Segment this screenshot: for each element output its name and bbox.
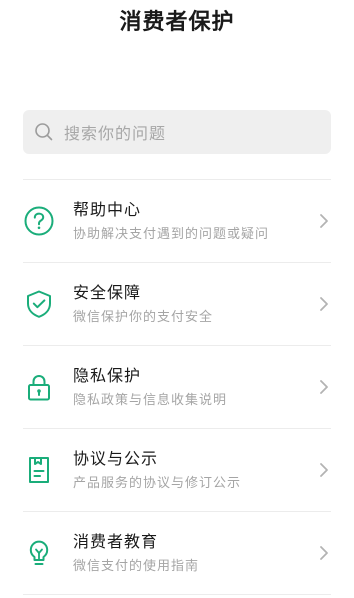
menu-list: 帮助中心 协助解决支付遇到的问题或疑问 安全保障 微信保护你的支付安全 隐私保护…: [23, 179, 331, 595]
item-subtitle: 隐私政策与信息收集说明: [73, 392, 228, 408]
lightbulb-icon: [23, 537, 55, 569]
chevron-right-icon: [317, 212, 331, 230]
chevron-right-icon: [317, 378, 331, 396]
list-item-consumer-education[interactable]: 消费者教育 微信支付的使用指南: [23, 512, 331, 595]
item-subtitle: 协助解决支付遇到的问题或疑问: [73, 226, 270, 242]
item-title: 协议与公示: [73, 448, 159, 468]
item-subtitle: 产品服务的协议与修订公示: [73, 475, 242, 491]
item-title: 隐私保护: [73, 365, 142, 385]
item-title: 帮助中心: [73, 199, 142, 219]
list-item-agreements[interactable]: 协议与公示 产品服务的协议与修订公示: [23, 429, 331, 512]
document-icon: [23, 454, 55, 486]
search-icon: [34, 122, 54, 142]
page-title: 消费者保护: [119, 10, 235, 35]
lock-icon: [23, 371, 55, 403]
question-circle-icon: [23, 205, 55, 237]
chevron-right-icon: [317, 544, 331, 562]
list-item-help-center[interactable]: 帮助中心 协助解决支付遇到的问题或疑问: [23, 180, 331, 263]
chevron-right-icon: [317, 461, 331, 479]
search-placeholder: 搜索你的问题: [64, 124, 167, 143]
chevron-right-icon: [317, 295, 331, 313]
item-subtitle: 微信支付的使用指南: [73, 558, 200, 574]
item-title: 安全保障: [73, 282, 142, 302]
item-title: 消费者教育: [73, 531, 159, 551]
search-input[interactable]: 搜索你的问题: [23, 110, 331, 154]
shield-check-icon: [23, 288, 55, 320]
list-item-privacy[interactable]: 隐私保护 隐私政策与信息收集说明: [23, 346, 331, 429]
item-subtitle: 微信保护你的支付安全: [73, 309, 214, 325]
list-item-security[interactable]: 安全保障 微信保护你的支付安全: [23, 263, 331, 346]
